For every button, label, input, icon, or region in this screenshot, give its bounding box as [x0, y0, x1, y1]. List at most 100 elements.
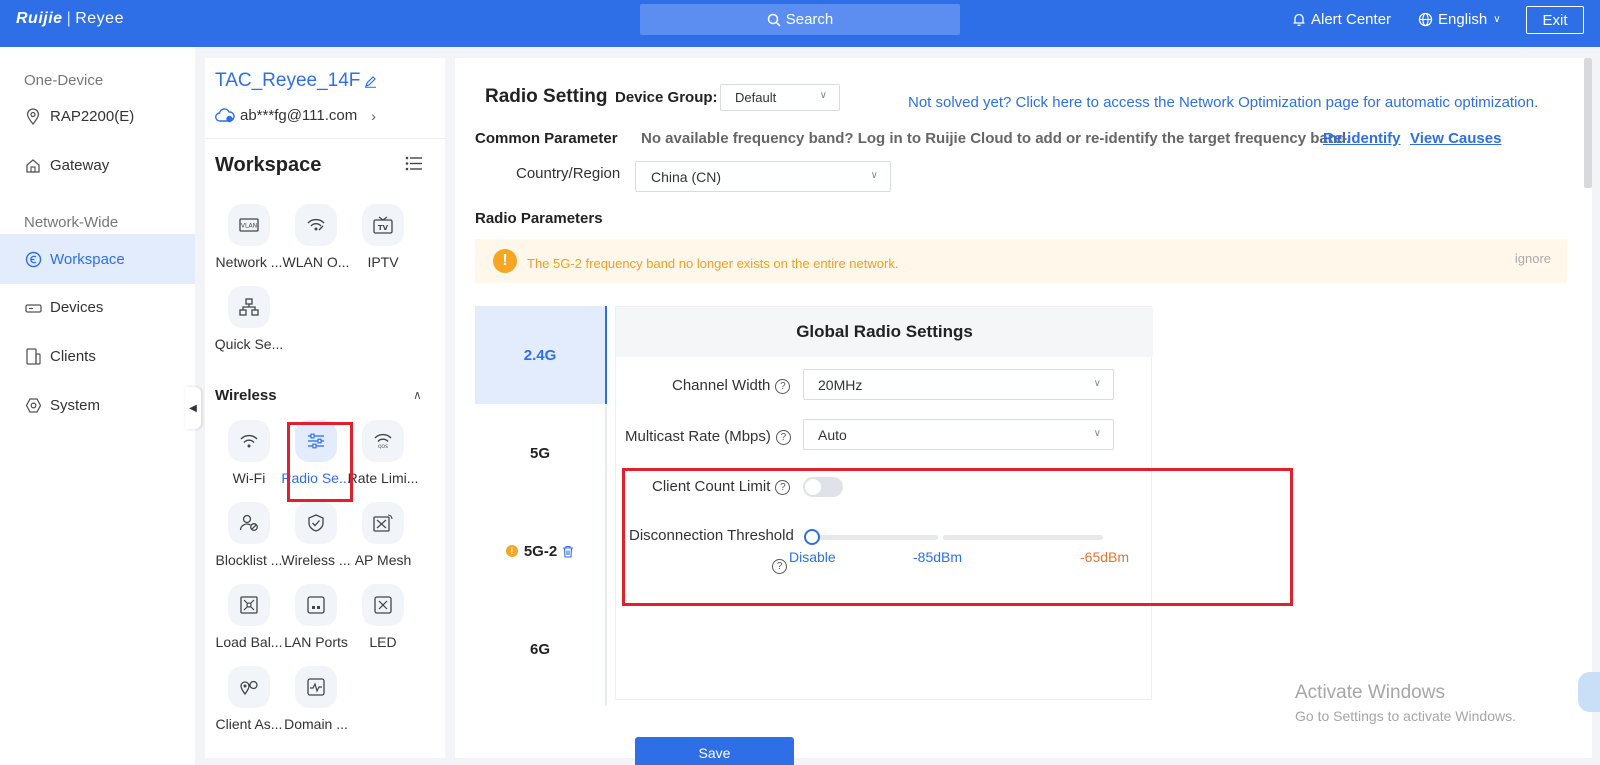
- edit-icon[interactable]: [364, 75, 377, 88]
- tile-domain[interactable]: Domain ...: [276, 666, 356, 732]
- alert-center-label: Alert Center: [1311, 11, 1392, 28]
- device-title: TAC_Reyee_14F: [215, 70, 377, 92]
- search-bar[interactable]: Search: [640, 4, 960, 35]
- nav-item-clients[interactable]: Clients: [0, 333, 195, 380]
- globe-icon: [1418, 12, 1433, 27]
- watermark-line1: Activate Windows: [1295, 682, 1445, 703]
- alert-center-button[interactable]: Alert Center: [1292, 11, 1391, 28]
- device-title-text: TAC_Reyee_14F: [215, 70, 361, 91]
- vlan-icon: VLAN: [228, 204, 270, 246]
- multicast-rate-label: Multicast Rate (Mbps)?: [625, 428, 791, 445]
- nav-item-devices[interactable]: Devices: [0, 284, 195, 331]
- left-nav: One-Device RAP2200(E) Gateway Network-Wi…: [0, 47, 195, 765]
- nav-item-clients-label: Clients: [50, 348, 96, 365]
- client-assoc-icon: [228, 666, 270, 708]
- caret-left-icon: ◀: [189, 402, 197, 414]
- nav-item-system-label: System: [50, 397, 101, 414]
- bell-icon: [1293, 13, 1305, 26]
- help-assistant-icon[interactable]: [1578, 672, 1600, 712]
- lan-port-icon: [295, 584, 337, 626]
- multicast-rate-select[interactable]: Auto ∨: [803, 419, 1114, 450]
- nav-item-device[interactable]: RAP2200(E): [0, 93, 195, 140]
- tab-2-4g[interactable]: 2.4G: [475, 306, 605, 404]
- country-region-label: Country/Region: [516, 165, 621, 182]
- tile-rate-limit[interactable]: QOS Rate Limi...: [343, 420, 423, 486]
- tab-5g-2-label: 5G-2: [523, 542, 558, 560]
- gear-icon: [24, 397, 42, 415]
- svg-text:VLAN: VLAN: [241, 223, 257, 230]
- workspace-icon: [24, 250, 42, 268]
- search-label: Search: [785, 11, 834, 28]
- tile-led[interactable]: LED: [343, 584, 423, 650]
- chevron-down-icon: ∨: [1093, 428, 1101, 439]
- collapse-sidebar-button[interactable]: ◀: [185, 387, 201, 429]
- tab-6g[interactable]: 6G: [475, 600, 605, 698]
- frequency-band-note: No available frequency band? Log in to R…: [641, 130, 1351, 147]
- tile-label: Domain ...: [284, 716, 348, 732]
- tile-label: IPTV: [367, 254, 399, 270]
- svg-text:TV: TV: [378, 224, 389, 232]
- logo-ruijie: Ruijie: [16, 10, 63, 27]
- wireless-heading: Wireless: [215, 387, 277, 404]
- tile-ap-mesh[interactable]: AP Mesh: [343, 502, 423, 568]
- workspace-heading: Workspace: [215, 154, 322, 176]
- chevron-down-icon: ∨: [1493, 14, 1501, 25]
- exit-button[interactable]: Exit: [1526, 6, 1584, 34]
- scrollbar[interactable]: [1584, 58, 1592, 188]
- tab-active-indicator: [605, 306, 607, 404]
- ignore-button[interactable]: ignore: [1515, 251, 1551, 266]
- view-causes-link[interactable]: View Causes: [1410, 130, 1501, 147]
- user-block-icon: [228, 502, 270, 544]
- country-region-value: China (CN): [651, 169, 722, 185]
- highlight-box-radio-settings: [287, 422, 353, 502]
- nav-item-workspace[interactable]: Workspace: [0, 234, 195, 284]
- chevron-down-icon: ∨: [819, 90, 827, 101]
- watermark-line2: Go to Settings to activate Windows.: [1295, 708, 1516, 724]
- mesh-icon: [362, 502, 404, 544]
- account-email: ab***fg@111.com: [240, 107, 358, 124]
- account-selector[interactable]: ab***fg@111.com ›: [215, 107, 376, 124]
- chevron-up-icon[interactable]: ∧: [413, 388, 422, 402]
- channel-width-label: Channel Width?: [672, 377, 791, 394]
- tile-iptv[interactable]: TV IPTV: [343, 204, 423, 270]
- list-view-icon[interactable]: [405, 156, 423, 174]
- wifi-icon: [228, 420, 270, 462]
- channel-width-text: Channel Width: [672, 377, 771, 394]
- channel-width-select[interactable]: 20MHz ∨: [803, 369, 1114, 400]
- top-bar: Ruijie | Reyee Search Alert Center English…: [0, 0, 1600, 47]
- reidentify-link[interactable]: Re-identify: [1323, 130, 1401, 147]
- tv-icon: TV: [362, 204, 404, 246]
- nav-item-gateway[interactable]: Gateway: [0, 142, 195, 189]
- wlan-optimize-icon: [295, 204, 337, 246]
- nav-item-system[interactable]: System: [0, 382, 195, 429]
- save-button[interactable]: Save: [635, 737, 794, 765]
- band-tabs: 2.4G 5G ! 5G-2 6G: [475, 306, 605, 706]
- nav-item-gateway-label: Gateway: [50, 157, 110, 174]
- page-title: Radio Setting: [485, 86, 608, 107]
- device-group-select[interactable]: Default ∨: [720, 84, 840, 111]
- help-icon[interactable]: ?: [775, 429, 791, 445]
- divider: [205, 138, 445, 139]
- workspace-panel: TAC_Reyee_14F ab***fg@111.com › Workspac…: [205, 58, 445, 758]
- channel-width-value: 20MHz: [818, 377, 863, 393]
- tab-5g[interactable]: 5G: [475, 404, 605, 502]
- chevron-down-icon: ∨: [1093, 378, 1101, 389]
- multicast-rate-text: Multicast Rate (Mbps): [625, 428, 771, 445]
- logo-separator: |: [66, 10, 72, 27]
- search-icon: [767, 13, 781, 27]
- tile-quick-setup[interactable]: Quick Se...: [209, 286, 289, 352]
- rate-limit-icon: QOS: [362, 420, 404, 462]
- logo-reyee: Reyee: [75, 10, 124, 27]
- radio-parameters-label: Radio Parameters: [475, 210, 603, 227]
- network-optimization-link[interactable]: Not solved yet? Click here to access the…: [908, 94, 1538, 111]
- trash-icon[interactable]: [562, 545, 574, 558]
- country-region-select[interactable]: China (CN) ∨: [635, 161, 891, 192]
- language-selector[interactable]: English ∨: [1418, 11, 1501, 28]
- multicast-rate-value: Auto: [818, 427, 847, 443]
- help-icon[interactable]: ?: [775, 378, 791, 394]
- tab-5g-2[interactable]: ! 5G-2: [475, 502, 605, 600]
- shield-icon: [295, 502, 337, 544]
- warning-dot-icon: !: [505, 545, 518, 557]
- activate-windows-watermark: Activate Windows Go to Settings to activ…: [1295, 682, 1516, 724]
- warning-banner: ! The 5G-2 frequency band no longer exis…: [475, 239, 1567, 283]
